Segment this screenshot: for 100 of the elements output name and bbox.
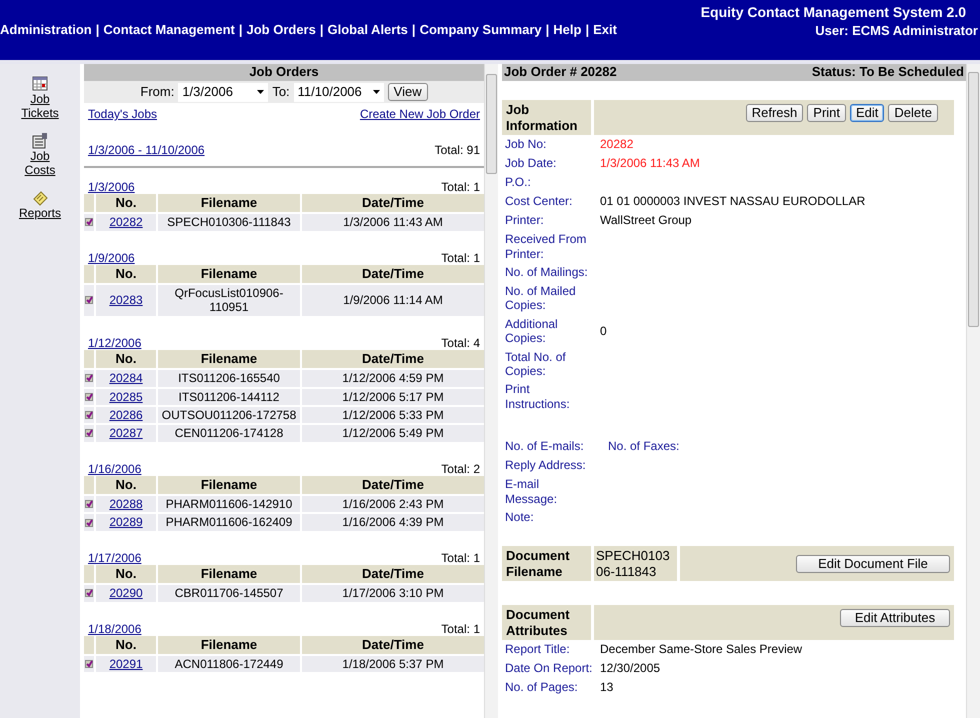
field-label: E-mail Message: bbox=[505, 477, 558, 506]
user-label: User: ECMS Administrator bbox=[814, 22, 978, 38]
todays-jobs-link[interactable]: Today's Jobs bbox=[88, 107, 157, 122]
table-cell: QrFocusList010906-110951 bbox=[158, 284, 300, 316]
field-label: No. of Mailed Copies: bbox=[505, 284, 577, 313]
field-label: Job Date: bbox=[505, 156, 558, 172]
create-job-link[interactable]: Create New Job Order bbox=[360, 107, 480, 122]
table-cell: 1/12/2006 5:49 PM bbox=[302, 425, 484, 442]
menu-separator: | bbox=[584, 22, 590, 38]
column-header: Filename bbox=[158, 565, 300, 584]
field-value: 0 bbox=[600, 324, 607, 338]
action-button[interactable]: Print bbox=[807, 104, 846, 122]
menu-link[interactable]: Global Alerts bbox=[327, 22, 408, 38]
total-label: Total: 1 bbox=[441, 250, 480, 265]
column-header: No. bbox=[96, 636, 156, 654]
total-label: Total: 91 bbox=[434, 143, 480, 158]
table-cell: 1/3/2006 11:43 AM bbox=[302, 214, 484, 231]
field-label: Cost Center: bbox=[505, 194, 574, 210]
app-title: Equity Contact Management System 2.0 bbox=[700, 4, 966, 21]
field-label: Note: bbox=[505, 510, 535, 526]
field-label: No. of Faxes: bbox=[608, 439, 680, 454]
date-link[interactable]: 1/3/2006 bbox=[88, 180, 135, 194]
column-header: No. bbox=[96, 565, 156, 584]
column-header: Date/Time bbox=[302, 350, 484, 368]
date-link[interactable]: 1/17/2006 bbox=[88, 550, 142, 566]
total-label: Total: 1 bbox=[441, 180, 480, 194]
field-value: WallStreet Group bbox=[600, 213, 692, 228]
view-button[interactable]: View bbox=[388, 83, 428, 101]
row-marker-icon bbox=[85, 429, 93, 438]
action-button[interactable]: Refresh bbox=[746, 104, 804, 122]
job-order-title: Job Order # 20282 bbox=[504, 64, 617, 81]
table-cell: 1/12/2006 5:33 PM bbox=[302, 406, 484, 424]
table-cell: PHARM011606-142910 bbox=[158, 496, 300, 512]
edit-document-button[interactable]: Edit Document File bbox=[796, 554, 950, 573]
date-range-link[interactable]: 1/3/2006 - 11/10/2006 bbox=[88, 143, 205, 158]
caret-icon bbox=[372, 90, 380, 94]
table-cell: 1/18/2006 5:37 PM bbox=[302, 656, 484, 672]
date-dropdown[interactable]: 11/10/2006 bbox=[294, 82, 384, 102]
field-label: Additional Copies: bbox=[505, 316, 559, 346]
column-header: Filename bbox=[158, 476, 300, 494]
menu-separator: | bbox=[238, 22, 244, 38]
sidebar-link[interactable]: Job Costs bbox=[18, 132, 62, 178]
table-cell: ITS011206-144112 bbox=[158, 388, 300, 405]
panel-title: Job Orders bbox=[84, 64, 484, 81]
action-button[interactable]: Edit bbox=[850, 104, 884, 122]
field-value: 1/3/2006 11:43 AM bbox=[600, 156, 700, 172]
table-cell: 1/12/2006 5:17 PM bbox=[302, 388, 484, 405]
row-marker-icon bbox=[85, 660, 93, 668]
field-label: Report Title: bbox=[505, 642, 571, 658]
menu-separator: | bbox=[94, 22, 100, 38]
field-value: December Same-Store Sales Preview bbox=[600, 642, 802, 658]
total-label: Total: 1 bbox=[441, 622, 480, 636]
row-marker-icon bbox=[85, 589, 93, 598]
notepad-icon bbox=[32, 190, 48, 206]
field-value: 12/30/2005 bbox=[600, 661, 660, 676]
table-cell: CBR011706-145507 bbox=[158, 585, 300, 602]
sidebar-link[interactable]: Reports bbox=[18, 190, 62, 220]
date-dropdown[interactable]: 1/3/2006 bbox=[178, 82, 268, 102]
column-header: Filename bbox=[158, 350, 300, 368]
total-label: Total: 2 bbox=[441, 462, 480, 476]
field-label: No. of E-mails: bbox=[505, 439, 585, 454]
row-marker-icon bbox=[85, 518, 93, 527]
section-heading: Document Filename bbox=[502, 546, 594, 582]
action-button[interactable]: Delete bbox=[888, 104, 938, 122]
from-label: From: bbox=[140, 84, 174, 100]
table-cell: 1/16/2006 2:43 PM bbox=[302, 496, 484, 512]
field-value: 13 bbox=[600, 680, 614, 696]
column-header: Filename bbox=[158, 636, 300, 654]
scrollbar[interactable] bbox=[484, 64, 498, 718]
field-label: Print Instructions: bbox=[505, 382, 571, 413]
section-heading: Job Information bbox=[502, 100, 594, 136]
scrollbar[interactable] bbox=[966, 64, 980, 718]
menu-link[interactable]: Contact Management bbox=[103, 22, 235, 38]
menu-link[interactable]: Help bbox=[553, 22, 582, 38]
column-header: No. bbox=[96, 476, 156, 494]
column-header: Date/Time bbox=[302, 476, 484, 494]
filename-value: SPECH010306-111843 bbox=[594, 546, 680, 582]
field-label: Total No. of Copies: bbox=[505, 350, 567, 378]
menu-link[interactable]: Exit bbox=[593, 22, 617, 38]
menu-link[interactable]: Job Orders bbox=[246, 22, 316, 38]
column-header: No. bbox=[96, 264, 156, 283]
column-header: No. bbox=[96, 350, 156, 368]
date-link[interactable]: 1/12/2006 bbox=[88, 336, 142, 350]
ledger-icon bbox=[32, 132, 48, 149]
table-cell: CEN011206-174128 bbox=[158, 425, 300, 442]
date-link[interactable]: 1/9/2006 bbox=[88, 250, 135, 265]
field-label: Reply Address: bbox=[505, 458, 587, 474]
edit-attributes-button[interactable]: Edit Attributes bbox=[840, 609, 950, 628]
date-link[interactable]: 1/16/2006 bbox=[88, 462, 142, 476]
table-cell: 1/16/2006 4:39 PM bbox=[302, 514, 484, 531]
field-label: Printer: bbox=[505, 213, 545, 228]
field-label: No. of Pages: bbox=[505, 680, 579, 696]
sidebar-link[interactable]: Job Tickets bbox=[18, 76, 62, 121]
column-header: Date/Time bbox=[302, 264, 484, 283]
date-link[interactable]: 1/18/2006 bbox=[88, 622, 142, 636]
calendar-icon bbox=[32, 76, 48, 92]
menu-link[interactable]: Administration bbox=[0, 22, 92, 38]
menu-separator: | bbox=[544, 22, 550, 38]
column-header: Filename bbox=[158, 194, 300, 212]
menu-link[interactable]: Company Summary bbox=[420, 22, 542, 38]
